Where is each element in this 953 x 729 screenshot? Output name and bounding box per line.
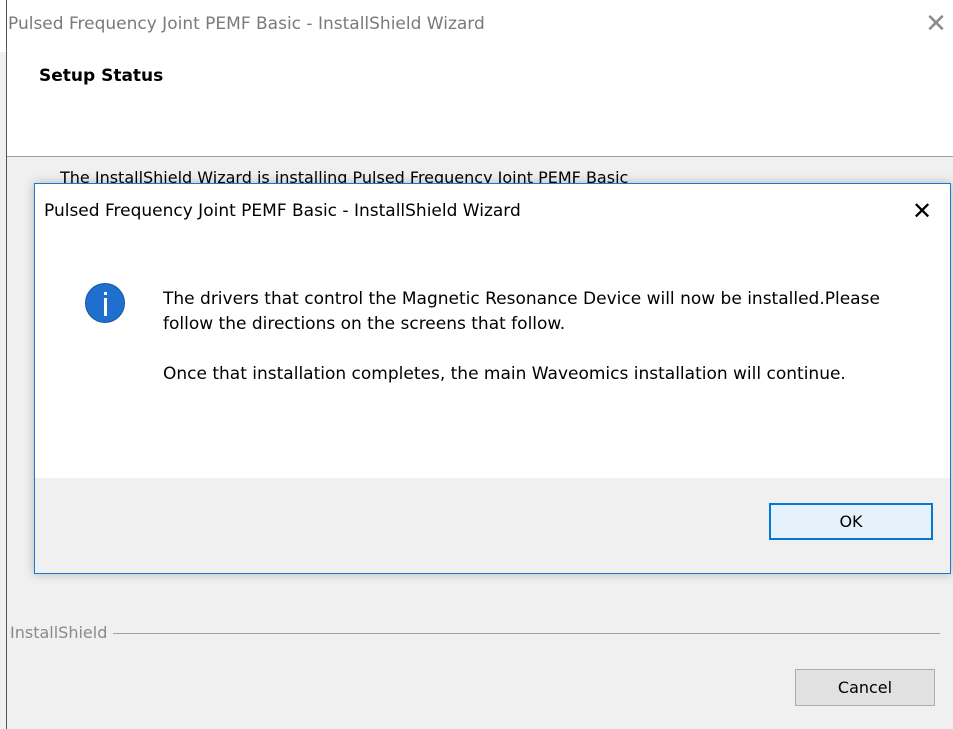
dialog-title: Pulsed Frequency Joint PEMF Basic - Inst… [44,201,521,221]
ok-button[interactable]: OK [769,503,933,540]
wizard-header-title: Setup Status [39,66,164,86]
wizard-close-icon[interactable]: ✕ [924,10,948,38]
info-message-dialog: Pulsed Frequency Joint PEMF Basic - Inst… [34,183,951,574]
dialog-content: The drivers that control the Magnetic Re… [35,236,950,478]
dialog-close-icon[interactable]: ✕ [907,196,937,226]
dialog-message-line2: Once that installation completes, the ma… [163,364,846,384]
cancel-button[interactable]: Cancel [795,669,935,706]
wizard-header: Setup Status [7,52,953,156]
wizard-titlebar: Pulsed Frequency Joint PEMF Basic - Inst… [0,0,953,52]
dialog-titlebar: Pulsed Frequency Joint PEMF Basic - Inst… [35,184,950,236]
dialog-message-line1: The drivers that control the Magnetic Re… [163,289,880,334]
footer-divider [10,633,940,634]
installshield-brand-label: InstallShield [10,623,114,642]
window-left-border [6,0,7,729]
header-divider [7,156,953,157]
dialog-message: The drivers that control the Magnetic Re… [163,287,893,387]
info-icon [85,283,125,323]
dialog-footer: OK [35,478,950,573]
wizard-title: Pulsed Frequency Joint PEMF Basic - Inst… [8,14,485,34]
